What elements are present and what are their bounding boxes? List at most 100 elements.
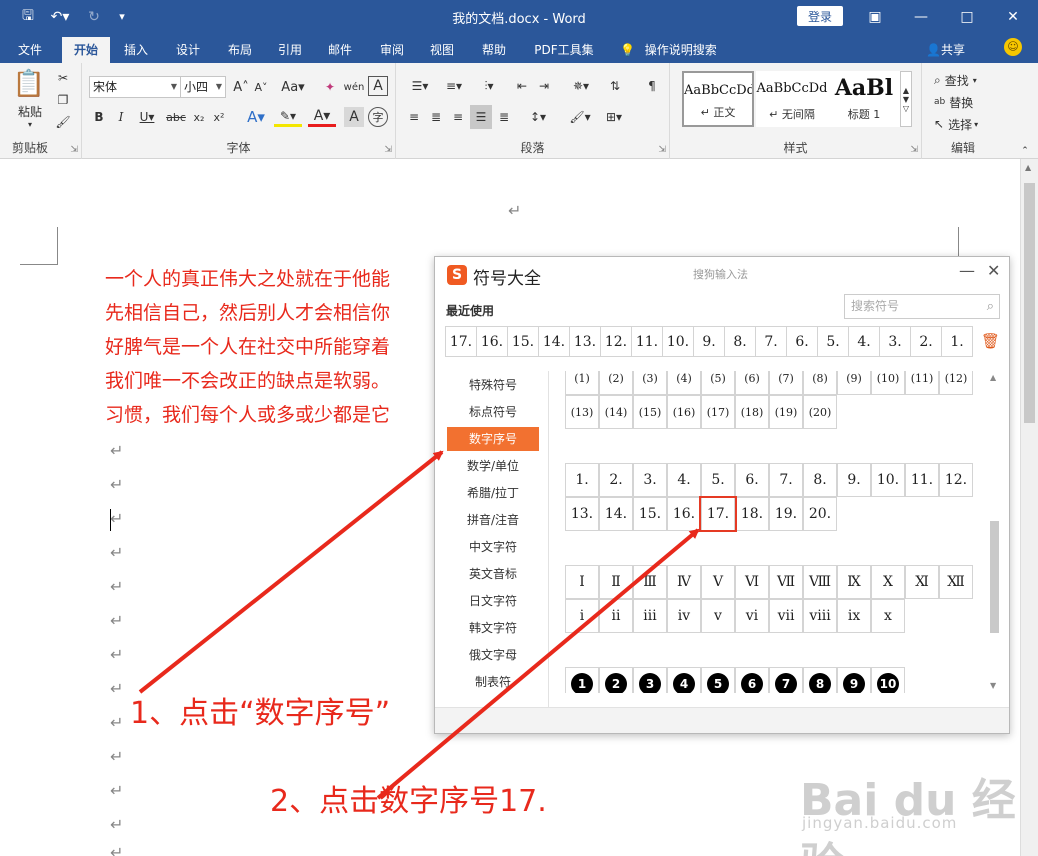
recent-symbol-cell[interactable]: 14.: [539, 327, 570, 356]
recent-symbol-cell[interactable]: 1.: [942, 327, 972, 356]
select-button[interactable]: ↖ 选择 ▾: [934, 115, 996, 133]
symbol-cell[interactable]: Ⅶ: [769, 565, 803, 599]
recent-symbol-cell[interactable]: 13.: [570, 327, 601, 356]
symbol-cell[interactable]: Ⅰ: [565, 565, 599, 599]
highlight-icon[interactable]: ✎▾: [274, 107, 302, 127]
symbol-cell[interactable]: ⅶ: [769, 599, 803, 633]
symbol-cell[interactable]: ⅴ: [701, 599, 735, 633]
symbol-cell[interactable]: (14): [599, 395, 633, 429]
symbol-cell[interactable]: Ⅻ: [939, 565, 973, 599]
symbol-cell[interactable]: (9): [837, 371, 871, 395]
superscript-icon[interactable]: x²: [210, 107, 228, 127]
symbol-cell[interactable]: 20.: [803, 497, 837, 531]
change-case-icon[interactable]: Aa▾: [278, 77, 308, 97]
symbol-cell[interactable]: 13.: [565, 497, 599, 531]
symbol-cell[interactable]: (3): [633, 371, 667, 395]
recent-symbol-cell[interactable]: 10.: [663, 327, 694, 356]
vertical-scrollbar[interactable]: ▲: [1020, 159, 1038, 856]
symbol-cell[interactable]: (11): [905, 371, 939, 395]
sort-icon[interactable]: ⇅: [604, 75, 626, 97]
login-button[interactable]: 登录: [797, 6, 843, 26]
symbol-cell[interactable]: 8.: [803, 463, 837, 497]
recent-symbol-cell[interactable]: 8.: [725, 327, 756, 356]
text-effects-icon[interactable]: A▾: [242, 107, 270, 127]
symbol-cell[interactable]: 10.: [871, 463, 905, 497]
symbol-cell[interactable]: Ⅴ: [701, 565, 735, 599]
symbol-cell[interactable]: Ⅷ: [803, 565, 837, 599]
tab-pdf-tools[interactable]: PDF工具集: [526, 37, 602, 63]
symbol-cell[interactable]: 9: [837, 667, 871, 693]
symbol-cell[interactable]: 9.: [837, 463, 871, 497]
dialog-close-icon[interactable]: ✕: [987, 261, 1000, 280]
cut-icon[interactable]: ✂: [54, 69, 72, 87]
scroll-thumb[interactable]: [990, 521, 999, 633]
feedback-smiley-icon[interactable]: ☺: [1004, 38, 1022, 56]
symbol-cell[interactable]: 2: [599, 667, 633, 693]
tab-insert[interactable]: 插入: [114, 37, 158, 63]
category-item[interactable]: 日文字符: [447, 589, 539, 613]
symbol-cell[interactable]: (5): [701, 371, 735, 395]
category-item[interactable]: 英文音标: [447, 562, 539, 586]
scroll-up-icon[interactable]: ▲: [990, 373, 996, 382]
recent-symbol-cell[interactable]: 3.: [880, 327, 911, 356]
align-center-icon[interactable]: ≣: [426, 107, 446, 127]
symbol-scrollbar[interactable]: ▲ ▼: [989, 371, 1001, 693]
tab-layout[interactable]: 布局: [218, 37, 262, 63]
paragraph-launcher-icon[interactable]: ⇲: [658, 145, 666, 155]
shrink-font-icon[interactable]: A˅: [252, 77, 270, 97]
symbol-cell[interactable]: ⅱ: [599, 599, 633, 633]
bold-icon[interactable]: B: [90, 107, 108, 127]
dialog-minimize-icon[interactable]: —: [959, 261, 975, 280]
symbol-cell[interactable]: ⅰ: [565, 599, 599, 633]
symbol-cell[interactable]: Ⅳ: [667, 565, 701, 599]
recent-symbol-cell[interactable]: 12.: [601, 327, 632, 356]
symbol-cell[interactable]: Ⅱ: [599, 565, 633, 599]
maximize-icon[interactable]: □: [944, 0, 990, 33]
align-left-icon[interactable]: ≡: [404, 107, 424, 127]
styles-scroll-icon[interactable]: ▲ ▼ ▽: [900, 71, 912, 127]
category-item[interactable]: 中文字符: [447, 535, 539, 559]
category-item[interactable]: 数学/单位: [447, 454, 539, 478]
symbol-cell[interactable]: ⅲ: [633, 599, 667, 633]
tell-me-search[interactable]: 💡 操作说明搜索: [620, 37, 717, 63]
symbol-cell[interactable]: 4: [667, 667, 701, 693]
symbol-cell[interactable]: 7.: [769, 463, 803, 497]
italic-icon[interactable]: I: [112, 107, 130, 127]
underline-icon[interactable]: U▾: [134, 107, 160, 127]
recent-symbol-cell[interactable]: 17.: [446, 327, 477, 356]
paste-icon[interactable]: 📋: [12, 69, 46, 99]
symbol-cell[interactable]: 4.: [667, 463, 701, 497]
decrease-indent-icon[interactable]: ⇤: [512, 75, 532, 97]
font-size-select[interactable]: 小四 ▼: [180, 76, 226, 98]
character-shading-icon[interactable]: A: [344, 107, 364, 127]
trash-icon[interactable]: 🗑: [981, 332, 1000, 350]
save-icon[interactable]: 🖫: [14, 0, 42, 33]
symbol-cell[interactable]: ⅷ: [803, 599, 837, 633]
symbol-cell[interactable]: 7: [769, 667, 803, 693]
category-item[interactable]: 希腊/拉丁: [447, 481, 539, 505]
symbol-cell[interactable]: Ⅵ: [735, 565, 769, 599]
close-icon[interactable]: ✕: [990, 0, 1036, 33]
character-border-icon[interactable]: A: [368, 76, 388, 96]
symbol-cell[interactable]: 14.: [599, 497, 633, 531]
symbol-cell[interactable]: 15.: [633, 497, 667, 531]
font-color-icon[interactable]: A▾: [308, 107, 336, 127]
show-marks-icon[interactable]: ¶: [642, 75, 662, 97]
tab-mailings[interactable]: 邮件: [318, 37, 362, 63]
recent-symbol-cell[interactable]: 15.: [508, 327, 539, 356]
symbol-search-input[interactable]: 搜索符号 ⌕: [844, 294, 1000, 319]
symbol-cell[interactable]: 8: [803, 667, 837, 693]
distributed-icon[interactable]: ≣: [494, 107, 514, 127]
symbol-cell[interactable]: Ⅺ: [905, 565, 939, 599]
symbol-cell[interactable]: 5.: [701, 463, 735, 497]
tab-review[interactable]: 审阅: [370, 37, 414, 63]
symbol-cell[interactable]: 2.: [599, 463, 633, 497]
symbol-cell[interactable]: (19): [769, 395, 803, 429]
recent-symbol-cell[interactable]: 16.: [477, 327, 508, 356]
phonetic-guide-icon[interactable]: wén: [344, 75, 365, 99]
symbol-cell[interactable]: (8): [803, 371, 837, 395]
justify-icon[interactable]: ☰: [470, 105, 492, 129]
symbol-cell[interactable]: 19.: [769, 497, 803, 531]
symbol-cell[interactable]: (15): [633, 395, 667, 429]
chinese-layout-icon[interactable]: ✵▾: [566, 75, 596, 97]
